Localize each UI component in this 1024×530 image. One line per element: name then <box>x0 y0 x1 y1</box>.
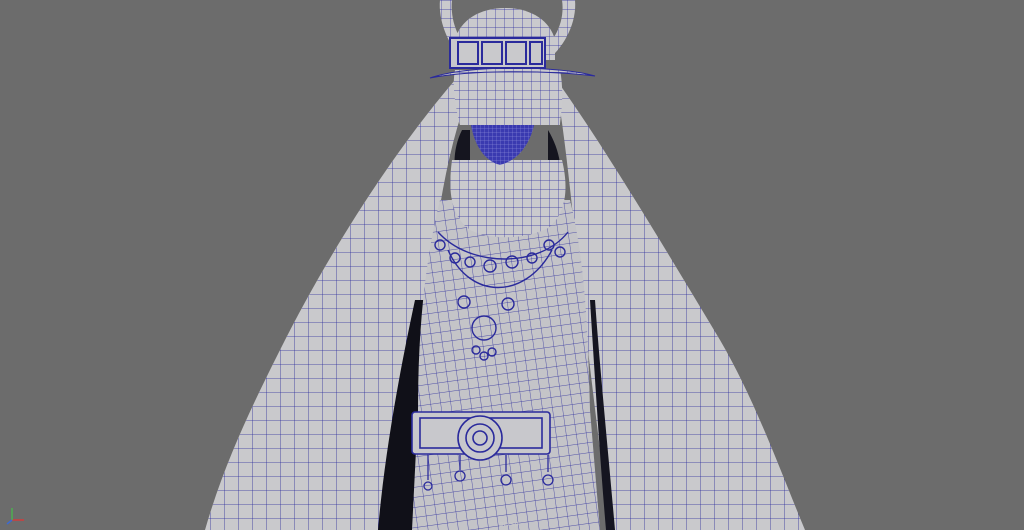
veil-mesh <box>453 70 563 125</box>
belt <box>411 411 551 461</box>
wireframe-model[interactable] <box>0 0 1024 530</box>
3d-viewport[interactable]: persp <box>0 0 1024 530</box>
z-axis <box>6 519 13 525</box>
view-label: persp <box>499 520 519 528</box>
scarf-mesh <box>450 160 566 238</box>
hat-band <box>449 37 546 69</box>
axis-gizmo-icon <box>4 500 30 526</box>
